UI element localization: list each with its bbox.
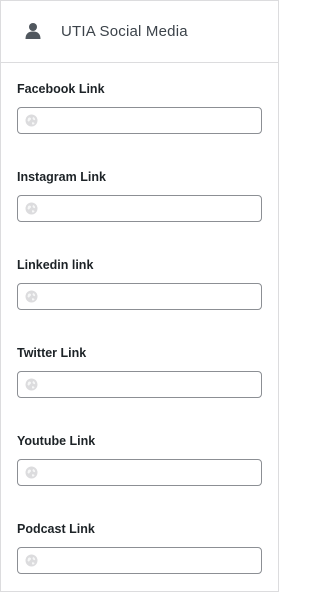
field-facebook: Facebook Link <box>17 80 262 168</box>
globe-icon <box>25 114 38 127</box>
linkedin-link-input[interactable] <box>44 284 254 309</box>
field-podcast: Podcast Link <box>17 520 262 592</box>
instagram-link-input[interactable] <box>44 196 254 221</box>
field-label: Podcast Link <box>17 522 95 536</box>
youtube-link-field[interactable] <box>17 459 262 486</box>
social-media-panel: UTIA Social Media Facebook Link Instagra… <box>0 0 279 592</box>
globe-icon <box>25 378 38 391</box>
field-label: Facebook Link <box>17 82 105 96</box>
panel-title: UTIA Social Media <box>61 23 188 40</box>
podcast-link-input[interactable] <box>44 548 254 573</box>
panel-header: UTIA Social Media <box>1 1 278 63</box>
twitter-link-input[interactable] <box>44 372 254 397</box>
facebook-link-field[interactable] <box>17 107 262 134</box>
twitter-link-field[interactable] <box>17 371 262 398</box>
instagram-link-field[interactable] <box>17 195 262 222</box>
facebook-link-input[interactable] <box>44 108 254 133</box>
youtube-link-input[interactable] <box>44 460 254 485</box>
field-twitter: Twitter Link <box>17 344 262 432</box>
globe-icon <box>25 290 38 303</box>
globe-icon <box>25 202 38 215</box>
field-youtube: Youtube Link <box>17 432 262 520</box>
linkedin-link-field[interactable] <box>17 283 262 310</box>
field-label: Instagram Link <box>17 170 106 184</box>
fields-list: Facebook Link Instagram Link Linkedin li… <box>1 63 278 592</box>
field-label: Youtube Link <box>17 434 96 448</box>
field-linkedin: Linkedin link <box>17 256 262 344</box>
globe-icon <box>25 554 38 567</box>
field-label: Linkedin link <box>17 258 94 272</box>
field-instagram: Instagram Link <box>17 168 262 256</box>
globe-icon <box>25 466 38 479</box>
field-label: Twitter Link <box>17 346 87 360</box>
podcast-link-field[interactable] <box>17 547 262 574</box>
user-icon <box>24 22 42 40</box>
